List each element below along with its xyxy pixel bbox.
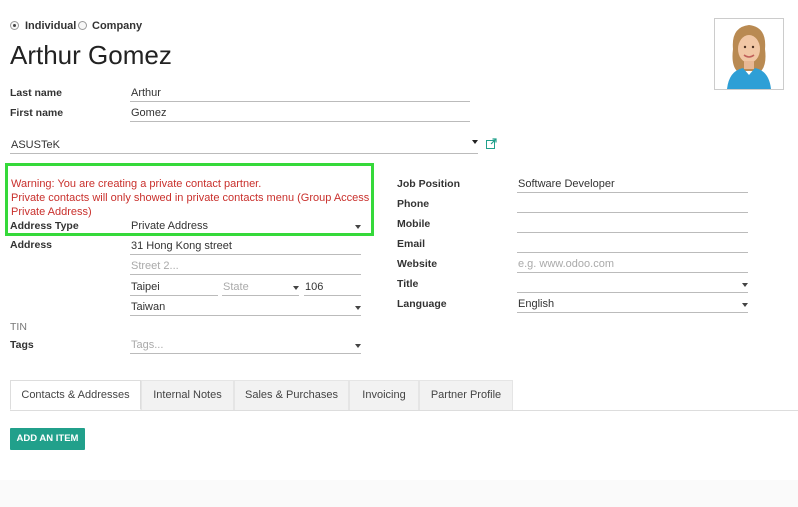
mobile-field[interactable] (517, 217, 748, 233)
country-select[interactable]: Taiwan (130, 300, 361, 316)
title-select[interactable] (517, 277, 748, 293)
chevron-down-icon (472, 140, 478, 144)
state-select[interactable]: State (222, 280, 299, 296)
country-value: Taiwan (131, 301, 166, 313)
tab-sales-purchases[interactable]: Sales & Purchases (234, 380, 349, 410)
zip-field[interactable]: 106 (304, 280, 361, 296)
tab-contacts-addresses[interactable]: Contacts & Addresses (10, 380, 141, 410)
street2-field[interactable]: Street 2... (130, 259, 361, 275)
avatar-image (715, 19, 783, 89)
phone-field[interactable] (517, 197, 748, 213)
chevron-down-icon (742, 283, 748, 287)
last-name-label: Last name (10, 87, 62, 99)
individual-radio-label[interactable]: Individual (25, 20, 76, 32)
chevron-down-icon (355, 344, 361, 348)
chevron-down-icon (355, 306, 361, 310)
bottom-area (0, 480, 798, 507)
add-item-button[interactable]: ADD AN ITEM (10, 428, 85, 450)
company-select[interactable]: ASUSTeK (10, 138, 478, 154)
city-field[interactable]: Taipei (130, 280, 218, 296)
first-name-label: First name (10, 107, 64, 119)
mobile-label: Mobile (397, 218, 431, 230)
language-value: English (518, 298, 555, 310)
state-placeholder: State (223, 281, 249, 293)
tabs-divider (10, 410, 798, 411)
tab-internal-notes[interactable]: Internal Notes (141, 380, 234, 410)
tin-label: TIN (10, 321, 27, 333)
title-label: Title (397, 278, 419, 290)
individual-radio[interactable] (10, 21, 19, 30)
email-label: Email (397, 238, 426, 250)
chevron-down-icon (293, 286, 299, 290)
phone-label: Phone (397, 198, 430, 210)
chevron-down-icon (742, 303, 748, 307)
language-label: Language (397, 298, 447, 310)
partner-name-title[interactable]: Arthur Gomez (10, 40, 172, 71)
last-name-field[interactable]: Arthur (130, 86, 470, 102)
language-select[interactable]: English (517, 297, 748, 313)
tags-label: Tags (10, 339, 34, 351)
external-link-icon[interactable] (486, 138, 497, 152)
company-radio[interactable] (78, 21, 87, 30)
tags-placeholder: Tags... (131, 339, 164, 351)
tab-partner-profile[interactable]: Partner Profile (419, 380, 513, 410)
job-position-field[interactable]: Software Developer (517, 177, 748, 193)
first-name-field[interactable]: Gomez (130, 106, 470, 122)
avatar[interactable] (714, 18, 784, 90)
website-field[interactable]: e.g. www.odoo.com (517, 257, 748, 273)
company-value: ASUSTeK (11, 139, 60, 151)
company-radio-label[interactable]: Company (92, 20, 142, 32)
tags-select[interactable]: Tags... (130, 338, 361, 354)
address-label: Address (10, 239, 53, 251)
warning-highlight-box (5, 163, 374, 236)
email-field[interactable] (517, 237, 748, 253)
tab-invoicing[interactable]: Invoicing (349, 380, 419, 410)
job-position-label: Job Position (397, 178, 460, 190)
website-label: Website (397, 258, 438, 270)
street-field[interactable]: 31 Hong Kong street (130, 239, 361, 255)
